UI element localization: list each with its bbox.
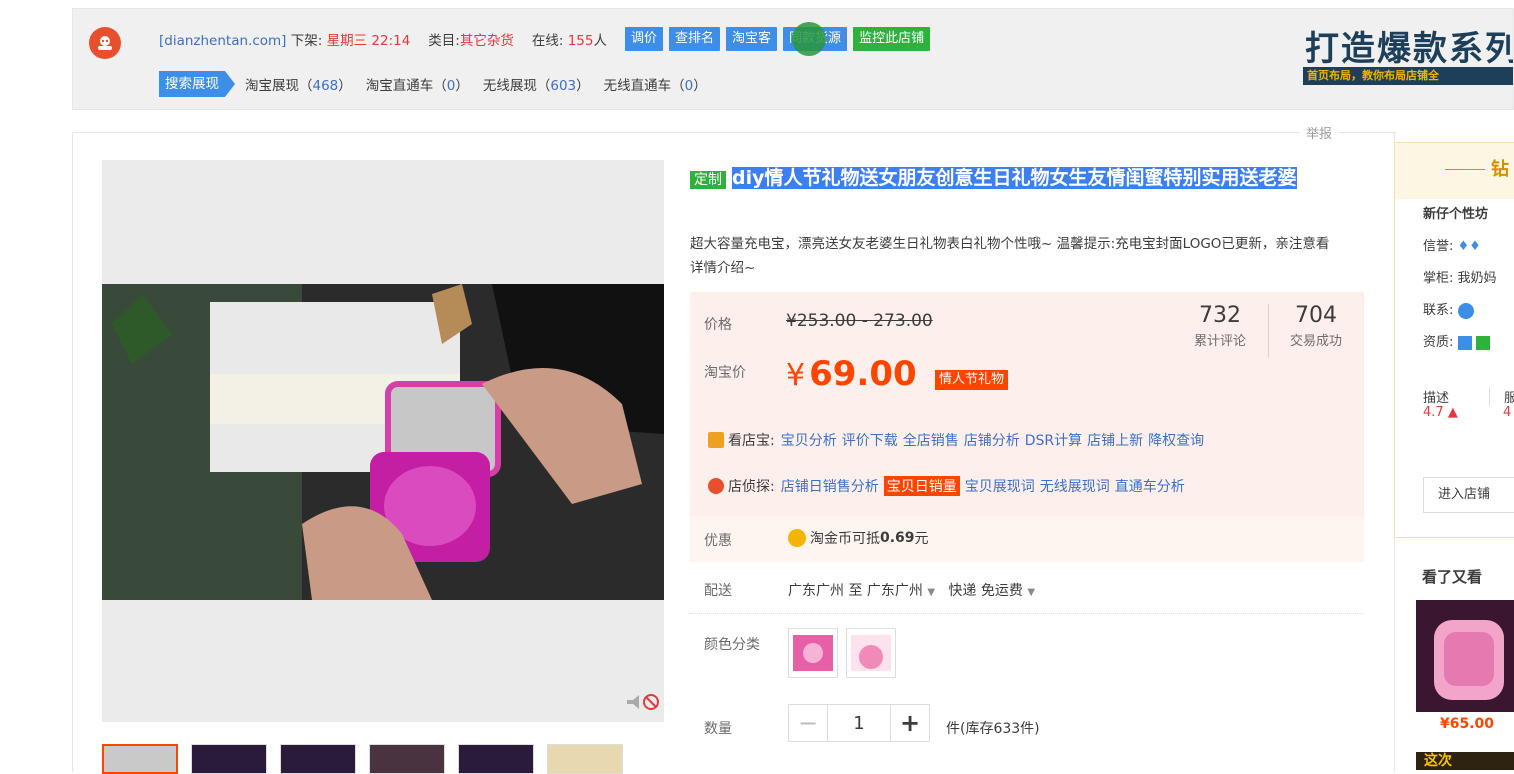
stock-info: 件(库存633件) bbox=[946, 721, 1040, 737]
adjust-price-button[interactable]: 调价 bbox=[625, 27, 664, 51]
product-main-image[interactable] bbox=[102, 160, 664, 722]
cert-icon bbox=[1475, 335, 1490, 350]
quantity-decrease-button[interactable]: − bbox=[789, 705, 827, 741]
stat-wireless-ztc[interactable]: 无线直通车（0） bbox=[604, 74, 707, 94]
shop-card-header: 钻 bbox=[1395, 143, 1514, 199]
ad-banner[interactable]: 打造爆款系列课 首页布局，教你布局店铺全 bbox=[1299, 23, 1513, 91]
report-link[interactable]: 举报 bbox=[1300, 123, 1339, 142]
link-wireless-words[interactable]: 无线展现词 bbox=[1040, 476, 1110, 496]
also-viewed-item-price: ¥65.00 bbox=[1440, 716, 1495, 732]
mouse-cursor-indicator bbox=[792, 22, 826, 56]
product-photo bbox=[102, 284, 664, 600]
link-review-download[interactable]: 评价下载 bbox=[842, 430, 898, 450]
category-info: 类目:其它杂货 bbox=[428, 33, 514, 49]
reviews-stat[interactable]: 732 累计评论 bbox=[1180, 302, 1260, 349]
price-label: 价格 bbox=[704, 317, 732, 333]
product-subtitle: 超大容量充电宝，漂亮送女友老婆生日礼物表白礼物个性哦~ 温馨提示:充电宝封面LO… bbox=[690, 236, 1330, 276]
stat-wireless-display[interactable]: 无线展现（603） bbox=[483, 74, 590, 94]
desc-score: 4.7 ▲ bbox=[1423, 405, 1458, 420]
quantity-stepper: − 1 + bbox=[788, 704, 930, 742]
color-swatch-1[interactable] bbox=[788, 628, 838, 678]
shop-contact[interactable]: 联系: bbox=[1423, 299, 1478, 319]
taobao-price-label: 淘宝价 bbox=[704, 365, 746, 381]
also-viewed-item-2[interactable]: 这次 bbox=[1416, 752, 1514, 770]
kandianbao-links: 看店宝: 宝贝分析 评价下载 全店销售 店铺分析 DSR计算 店铺上新 降权查询 bbox=[708, 430, 1209, 450]
check-ranking-button[interactable]: 查排名 bbox=[669, 27, 721, 51]
delivery-row: 配送 广东广州 至 广东广州 ▼ 快递 免运费 ▼ bbox=[690, 562, 1364, 614]
price-panel: 价格 ¥253.00 - 273.00 淘宝价 ¥69.00 情人节礼物 732… bbox=[690, 292, 1364, 516]
service-score-label: 服 bbox=[1489, 387, 1514, 406]
kandianbao-label: 看店宝: bbox=[728, 433, 775, 449]
dianzhentan-links: 店侦探: 店铺日销售分析 宝贝日销量 宝贝展现词 无线展现词 直通车分析 bbox=[708, 476, 1190, 496]
no-zoom-icon[interactable] bbox=[625, 693, 661, 711]
original-price: ¥253.00 - 273.00 bbox=[786, 311, 933, 331]
color-swatch-2[interactable] bbox=[846, 628, 896, 678]
search-display-tag[interactable]: 搜索展现 bbox=[159, 71, 235, 97]
enter-shop-button[interactable]: 进入店铺 bbox=[1423, 477, 1514, 513]
link-demotion-check[interactable]: 降权查询 bbox=[1148, 430, 1204, 450]
shop-name[interactable]: 新仔个性坊 bbox=[1423, 203, 1488, 222]
link-shop-sales[interactable]: 全店销售 bbox=[903, 430, 959, 450]
dropdown-arrow-icon: ▼ bbox=[927, 587, 936, 598]
banner-title: 打造爆款系列课 bbox=[1305, 29, 1513, 69]
shop-credit: 信誉: ♦♦ bbox=[1423, 239, 1481, 254]
license-icon bbox=[1457, 335, 1472, 350]
dianzhentan-icon bbox=[708, 478, 724, 494]
dianzhentan-logo-icon[interactable] bbox=[89, 27, 121, 59]
desc-score-label: 描述 bbox=[1423, 391, 1450, 406]
taojinbi-icon bbox=[788, 529, 806, 547]
also-viewed-item-image[interactable] bbox=[1416, 600, 1514, 712]
quantity-input[interactable]: 1 bbox=[827, 705, 891, 741]
shop-qualification: 资质: bbox=[1423, 331, 1490, 350]
product-title-text: diy情人节礼物送女朋友创意生日礼物女生友情闺蜜特别实用送老婆 bbox=[732, 167, 1297, 189]
also-viewed-title: 看了又看 bbox=[1422, 568, 1483, 586]
stat-taobao-ztc[interactable]: 淘宝直通车（0） bbox=[366, 74, 469, 94]
shop-keeper: 掌柜: 我奶妈 bbox=[1423, 271, 1497, 286]
plugin-toolbar: [dianzhentan.com] 下架: 星期三 22:14 类目:其它杂货 … bbox=[72, 8, 1514, 110]
quantity-increase-button[interactable]: + bbox=[891, 705, 929, 741]
color-label: 颜色分类 bbox=[704, 637, 760, 653]
source-site-link[interactable]: [dianzhentan.com] 下架: 星期三 22:14 bbox=[159, 29, 410, 49]
link-item-display-words[interactable]: 宝贝展现词 bbox=[965, 476, 1035, 496]
dropdown-arrow-icon: ▼ bbox=[1027, 587, 1036, 598]
product-title: 定制 diy情人节礼物送女朋友创意生日礼物女生友情闺蜜特别实用送老婆 bbox=[690, 164, 1370, 194]
valentine-tag[interactable]: 情人节礼物 bbox=[935, 370, 1009, 390]
online-count: 在线: 155人 bbox=[531, 33, 607, 49]
link-shop-new[interactable]: 店铺上新 bbox=[1087, 430, 1143, 450]
service-score: 4 bbox=[1503, 405, 1512, 420]
taojinbi-info[interactable]: 淘金币可抵 0.69 元 bbox=[788, 528, 929, 548]
stat-divider bbox=[1268, 304, 1269, 358]
quantity-label: 数量 bbox=[704, 721, 732, 737]
taobaoke-button[interactable]: 淘宝客 bbox=[726, 27, 778, 51]
delivery-destination-select[interactable]: 广东广州 ▼ bbox=[867, 583, 935, 599]
discount-label: 优惠 bbox=[704, 533, 732, 549]
wangwang-icon bbox=[1457, 302, 1474, 319]
link-item-analysis[interactable]: 宝贝分析 bbox=[781, 430, 837, 450]
discount-row: 优惠 淘金币可抵 0.69 元 bbox=[690, 516, 1364, 562]
link-daily-item-sales[interactable]: 宝贝日销量 bbox=[883, 476, 960, 496]
delivery-info: 广东广州 至 广东广州 ▼ 快递 免运费 ▼ bbox=[788, 583, 1036, 599]
monitor-shop-button[interactable]: 监控此店铺 bbox=[853, 27, 931, 51]
dianzhentan-label: 店侦探: bbox=[728, 479, 775, 495]
arrow-up-icon: ▲ bbox=[1447, 405, 1458, 420]
link-dsr-calc[interactable]: DSR计算 bbox=[1025, 430, 1082, 450]
quantity-row: 数量 − 1 + 件(库存633件) bbox=[690, 700, 1364, 750]
custom-tag: 定制 bbox=[690, 171, 726, 189]
link-shop-analysis[interactable]: 店铺分析 bbox=[964, 430, 1020, 450]
link-ztc-analysis[interactable]: 直通车分析 bbox=[1115, 476, 1185, 496]
stat-taobao-display[interactable]: 淘宝展现（468） bbox=[245, 74, 352, 94]
kandianbao-icon bbox=[708, 432, 724, 448]
color-options-row: 颜色分类 bbox=[690, 628, 1364, 688]
delivery-label: 配送 bbox=[704, 583, 732, 599]
shop-info-card: 钻 新仔个性坊 信誉: ♦♦ 掌柜: 我奶妈 联系: 资质: 描述 4.7 ▲ … bbox=[1394, 142, 1514, 538]
link-daily-shop-sales[interactable]: 店铺日销售分析 bbox=[781, 476, 879, 496]
shipping-method-select[interactable]: 快递 免运费 ▼ bbox=[948, 583, 1035, 599]
current-price: ¥69.00 bbox=[786, 354, 917, 394]
deals-stat[interactable]: 704 交易成功 bbox=[1276, 302, 1356, 349]
toolbar-row-2: 搜索展现 淘宝展现（468） 淘宝直通车（0） 无线展现（603） 无线直通车（… bbox=[159, 71, 721, 97]
banner-subtitle: 首页布局，教你布局店铺全 bbox=[1303, 67, 1513, 85]
